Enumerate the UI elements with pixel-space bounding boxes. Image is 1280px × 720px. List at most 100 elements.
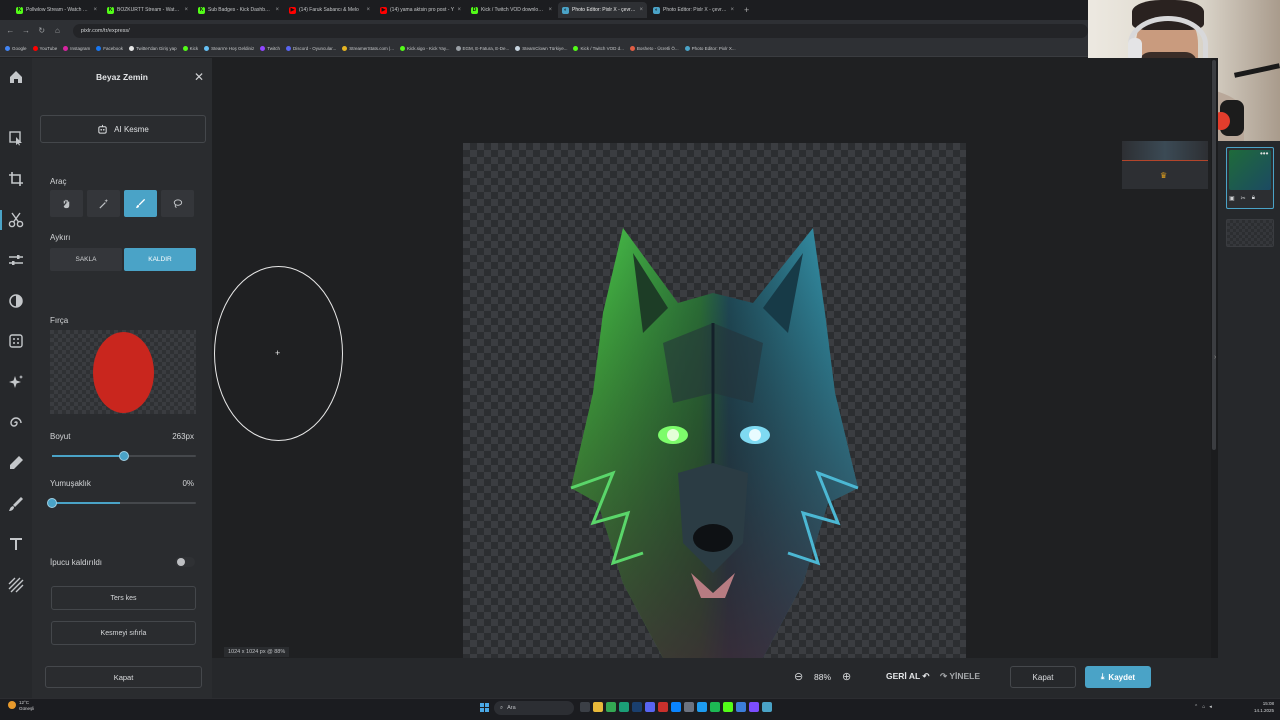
bookmark-item[interactable]: YouTube [32,46,57,51]
bookmark-item[interactable]: Bosheto - Ücretli Ö... [629,46,679,51]
steam-icon[interactable] [632,702,642,712]
home-icon[interactable]: ⌂ [53,26,62,35]
pattern-icon[interactable] [4,572,28,598]
app-icon[interactable] [619,702,629,712]
app-icon[interactable] [736,702,746,712]
close-tab-icon[interactable]: × [184,7,188,13]
close-tab-icon[interactable]: × [639,7,643,13]
browser-tab[interactable]: ▶ (14) Faruk Sabancı & Melo × [285,2,374,18]
reload-icon[interactable]: ↻ [37,26,46,35]
close-tab-icon[interactable]: × [548,7,552,13]
close-icon[interactable]: ✕ [194,70,204,84]
bookmark-item[interactable]: EGM, E-Fatura, E-De... [455,46,509,51]
store-icon[interactable] [671,702,681,712]
zoom-value[interactable]: 88% [814,672,831,682]
adjust-icon[interactable] [4,247,28,273]
softness-slider-handle[interactable] [47,498,57,508]
app-icon[interactable] [658,702,668,712]
reset-cut-button[interactable]: Kesmeyi sıfırla [51,621,196,645]
size-slider-handle[interactable] [119,451,129,461]
bookmark-item[interactable]: Facebook [96,46,123,51]
network-icon[interactable]: ⌂ [1202,704,1205,710]
chrome-icon[interactable] [606,702,616,712]
chevron-right-icon[interactable]: › [1214,354,1216,361]
url-bar[interactable]: pixlr.com/tr/express/ [72,23,1089,38]
bookmark-item[interactable]: Twitch [260,46,280,51]
app-icon[interactable] [762,702,772,712]
close-tab-icon[interactable]: × [275,7,279,13]
lock-icon[interactable]: 🔒︎ [1252,195,1255,202]
image-canvas[interactable] [463,143,966,658]
redo-button[interactable]: ↷ YİNELE [940,671,980,682]
bookmark-item[interactable]: Steam'e Hoş Geldiniz [204,46,254,51]
file-explorer-icon[interactable] [593,702,603,712]
panel-close-button[interactable]: Kapat [45,666,202,688]
close-tab-icon[interactable]: × [93,7,97,13]
text-icon[interactable] [4,531,28,557]
undo-button[interactable]: GERİ AL ↶ [886,671,930,682]
draw-icon[interactable] [4,491,28,517]
hint-toggle[interactable] [175,557,195,567]
layer-item-background[interactable] [1226,219,1274,247]
retouch-icon[interactable] [4,450,28,476]
browser-tab-active[interactable]: ◐ Photo Editor: Pixlr X - çevrimi × [558,2,647,18]
softness-slider[interactable] [47,498,196,508]
save-button[interactable]: ⤓ Kaydet [1085,666,1151,688]
vertical-scrollbar-thumb[interactable] [1212,60,1216,450]
ai-cutout-button[interactable]: AI Kesme [40,115,206,143]
cutout-icon[interactable] [0,207,28,233]
chevron-up-icon[interactable]: ⌃ [1194,704,1198,710]
layer-image-icon[interactable]: ▣ [1229,195,1235,202]
forward-icon[interactable]: → [22,26,31,35]
taskbar-search[interactable]: ⌕ Ara [494,701,574,715]
zoom-out-icon[interactable]: ⊖ [794,670,803,683]
tool-magic-button[interactable] [87,190,120,217]
tool-brush-button[interactable] [124,190,157,217]
app-icon[interactable] [697,702,707,712]
taskbar-clock[interactable]: 15:08 14.1.2025 [1250,700,1274,714]
app-icon[interactable] [723,702,733,712]
home-icon[interactable] [4,64,28,90]
liquify-icon[interactable] [4,410,28,436]
weather-widget[interactable]: 12°C Güneşli [8,700,34,712]
browser-tab[interactable]: ◐ Photo Editor: Pixlr X - çevrimi × [649,2,738,18]
close-tab-icon[interactable]: × [457,7,461,13]
close-tab-icon[interactable]: × [366,7,370,13]
browser-tab[interactable]: D Kick / Twitch VOD downloader × [467,2,556,18]
sparkle-icon[interactable] [4,369,28,395]
filter-icon[interactable] [4,288,28,314]
bookmark-item[interactable]: Instagram [63,46,90,51]
arrange-icon[interactable] [4,125,28,151]
invert-cut-button[interactable]: Ters kes [51,586,196,610]
bookmark-item[interactable]: Twitter'dan Giriş yap [128,46,177,51]
remove-button[interactable]: KALDIR [124,248,196,271]
bookmark-item[interactable]: Kick / Twitch VOD d... [573,46,624,51]
size-slider[interactable] [52,451,196,461]
bookmark-item[interactable]: Discord - Oyuncular... [286,46,336,51]
bookmark-item[interactable]: Google [5,46,27,51]
crop-icon[interactable] [4,166,28,192]
keep-button[interactable]: SAKLA [50,248,122,271]
zoom-in-icon[interactable]: ⊕ [842,670,851,683]
browser-tab[interactable]: K Pollwlow Stream - Watch Live o × [12,2,101,18]
effect-icon[interactable] [4,328,28,354]
spotify-icon[interactable] [710,702,720,712]
layer-item-active[interactable]: ••• ▣ ✂ 🔒︎ [1226,147,1274,209]
volume-icon[interactable]: ◂ [1209,704,1212,710]
browser-tab[interactable]: ▶ (14) yama aktsin pro post - Y × [376,2,465,18]
task-view-icon[interactable] [580,702,590,712]
close-tab-icon[interactable]: × [730,7,734,13]
app-icon[interactable] [684,702,694,712]
app-icon[interactable] [749,702,759,712]
tool-lasso-button[interactable] [161,190,194,217]
browser-tab[interactable]: K Sub Badges - Kick Dashboard × [194,2,283,18]
close-button[interactable]: Kapat [1010,666,1076,688]
bookmark-item[interactable]: StreamerStats.com |... [342,46,394,51]
back-icon[interactable]: ← [6,26,15,35]
layer-cut-icon[interactable]: ✂ [1241,195,1246,202]
tool-auto-button[interactable] [50,190,83,217]
new-tab-button[interactable]: + [744,5,749,15]
bookmark-item[interactable]: Kick.sigo - Kick Yay... [399,46,450,51]
more-options-icon[interactable]: ••• [1260,149,1268,158]
bookmark-item[interactable]: SteamClown Türkiye... [515,46,567,51]
